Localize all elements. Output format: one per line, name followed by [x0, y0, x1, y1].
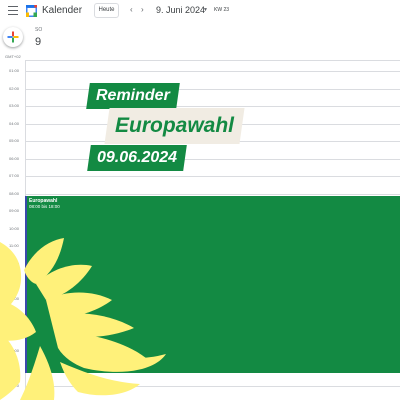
hour-row[interactable]: 01:00 [0, 68, 400, 89]
chevron-right-icon[interactable]: › [141, 5, 144, 15]
hour-gridline [25, 158, 400, 160]
title-banner: Europawahl [104, 108, 245, 144]
create-button[interactable] [3, 27, 23, 47]
reminder-banner: Reminder [86, 83, 180, 109]
current-date-label[interactable]: 9. Juni 2024 [156, 5, 205, 15]
day-number[interactable]: 9 [35, 36, 41, 48]
hour-label: 07:00 [9, 173, 20, 178]
hour-label: 06:00 [9, 155, 20, 161]
hour-label: 10:00 [9, 225, 20, 231]
date-banner: 09.06.2024 [87, 145, 187, 171]
day-weekday: SO [35, 27, 43, 33]
sunflower-icon [0, 238, 166, 400]
app-title: Kalender [42, 5, 83, 16]
hour-label: 03:00 [9, 103, 20, 108]
hour-row[interactable]: 06:00 [0, 155, 400, 177]
hour-gridline [25, 176, 400, 177]
date-text: 09.06.2024 [97, 149, 178, 166]
week-number-label: KW 23 [214, 7, 230, 13]
hour-label: 01:00 [9, 68, 20, 73]
menu-icon[interactable] [8, 6, 18, 15]
hour-row[interactable]: 07:00 [0, 173, 400, 194]
hour-label: 04:00 [9, 120, 20, 126]
hour-label: 02:00 [9, 85, 20, 91]
title-text: Europawahl [115, 114, 235, 137]
hour-label: 08:00 [9, 190, 20, 196]
hour-gridline [25, 88, 400, 90]
hour-label: 09:00 [9, 208, 20, 213]
top-bar: Kalender Heute ‹ › 9. Juni 2024 ▼ KW 23 [0, 0, 400, 22]
timezone-label: GMT+02 [5, 54, 21, 59]
event-time: 08:00 bis 18:00 [29, 204, 60, 209]
today-button[interactable]: Heute [94, 3, 119, 18]
reminder-text: Reminder [96, 87, 170, 104]
caret-down-icon[interactable]: ▼ [203, 7, 208, 13]
hour-row[interactable]: 02:00 [0, 85, 400, 107]
hour-gridline [25, 106, 400, 107]
hour-gridline [25, 193, 400, 195]
hour-gridline [25, 71, 400, 72]
hour-label: 05:00 [9, 138, 20, 143]
plus-icon [7, 31, 19, 43]
chevron-left-icon[interactable]: ‹ [130, 5, 133, 15]
calendar-logo-icon [26, 5, 37, 17]
